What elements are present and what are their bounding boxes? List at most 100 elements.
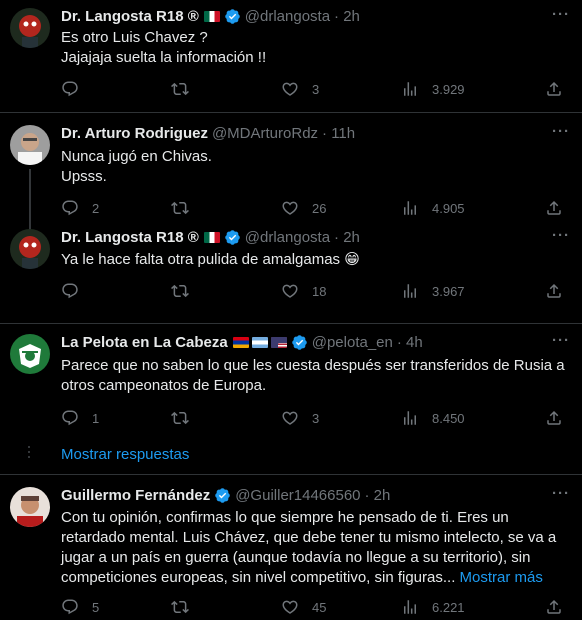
more-icon[interactable]: ··· [552, 332, 570, 349]
view-count: 8.450 [432, 410, 465, 426]
retweet-icon [171, 199, 189, 217]
reply-icon [61, 409, 79, 427]
share-icon [545, 598, 563, 616]
more-icon[interactable]: ··· [552, 227, 570, 244]
show-replies-link[interactable]: Mostrar respuestas [61, 446, 189, 463]
more-icon[interactable]: ··· [552, 485, 570, 502]
handle[interactable]: @MDArturoRdz [212, 125, 318, 142]
retweet-icon [171, 409, 189, 427]
tweet[interactable]: Guillermo Fernández @Guiller14466560 · 2… [0, 475, 582, 620]
tweet-actions: 3 3.929 [61, 79, 576, 99]
retweet-icon [171, 598, 189, 616]
views-icon [401, 409, 419, 427]
avatar[interactable] [10, 8, 50, 48]
reply-icon [61, 199, 79, 217]
reply-button[interactable]: 5 [61, 597, 99, 617]
display-name[interactable]: Dr. Langosta R18 ® [61, 8, 199, 25]
verified-badge-icon [291, 334, 308, 351]
share-button[interactable] [545, 79, 563, 99]
views-icon [401, 199, 419, 217]
avatar[interactable] [10, 487, 50, 527]
timestamp[interactable]: · 2h [365, 487, 391, 504]
share-icon [545, 80, 563, 98]
mexico-flag-icon [203, 10, 220, 22]
tweet-text: Ya le hace falta otra pulida de amalgama… [61, 251, 360, 268]
like-button[interactable]: 26 [281, 198, 326, 218]
retweet-button[interactable] [171, 281, 189, 301]
display-name[interactable]: La Pelota en La Cabeza [61, 334, 228, 351]
share-icon [545, 199, 563, 217]
handle[interactable]: @pelota_en [312, 334, 393, 351]
like-count: 3 [312, 81, 320, 97]
display-name[interactable]: Dr. Langosta R18 ® [61, 229, 199, 246]
tweet[interactable]: La Pelota en La Cabeza @pelota_en · 4h ·… [0, 324, 582, 475]
timestamp[interactable]: · 2h [334, 8, 360, 25]
verified-badge-icon [224, 229, 241, 246]
tweet-header: Dr. Langosta R18 ® @drlangosta · 2h [61, 227, 572, 247]
tweet[interactable]: Dr. Langosta R18 ® @drlangosta · 2h ··· … [0, 227, 582, 324]
avatar[interactable] [10, 334, 50, 374]
verified-badge-icon [214, 487, 231, 504]
reply-button[interactable] [61, 281, 92, 301]
views-icon [401, 598, 419, 616]
share-button[interactable] [545, 281, 563, 301]
tweet-text: Con tu opinión, confirmas lo que siempre… [61, 508, 570, 588]
handle[interactable]: @drlangosta [245, 229, 330, 246]
retweet-icon [171, 282, 189, 300]
like-icon [281, 80, 299, 98]
like-button[interactable]: 3 [281, 408, 319, 428]
view-count: 3.967 [432, 283, 465, 299]
tweet-header: Dr. Langosta R18 ® @drlangosta · 2h [61, 6, 572, 26]
more-icon[interactable]: ··· [552, 123, 570, 140]
avatar[interactable] [10, 229, 50, 269]
retweet-button[interactable] [171, 79, 189, 99]
tweet[interactable]: Dr. Langosta R18 ® @drlangosta · 2h ··· … [0, 0, 582, 113]
share-icon [545, 409, 563, 427]
mexico-flag-icon [203, 231, 220, 243]
views-button[interactable]: 6.221 [401, 597, 465, 617]
thread-dots [28, 446, 31, 461]
like-count: 45 [312, 599, 327, 615]
handle[interactable]: @Guiller14466560 [235, 487, 360, 504]
views-icon [401, 80, 419, 98]
timestamp[interactable]: · 2h [334, 229, 360, 246]
reply-button[interactable] [61, 79, 92, 99]
share-button[interactable] [545, 408, 563, 428]
display-name[interactable]: Dr. Arturo Rodriguez [61, 125, 208, 142]
like-button[interactable]: 3 [281, 79, 319, 99]
views-button[interactable]: 8.450 [401, 408, 465, 428]
more-icon[interactable]: ··· [552, 6, 570, 23]
retweet-button[interactable] [171, 198, 189, 218]
retweet-icon [171, 80, 189, 98]
usa-flag-icon [270, 336, 287, 348]
like-count: 3 [312, 410, 320, 426]
reply-button[interactable]: 1 [61, 408, 99, 428]
views-button[interactable]: 4.905 [401, 198, 465, 218]
retweet-button[interactable] [171, 408, 189, 428]
timestamp[interactable]: · 4h [397, 334, 423, 351]
verified-badge-icon [224, 8, 241, 25]
tweet-header: Guillermo Fernández @Guiller14466560 · 2… [61, 485, 572, 505]
reply-icon [61, 282, 79, 300]
tweet-text: Nunca jugó en Chivas. Upsss. [61, 148, 212, 185]
like-count: 18 [312, 283, 327, 299]
like-button[interactable]: 18 [281, 281, 326, 301]
avatar[interactable] [10, 125, 50, 165]
like-count: 26 [312, 200, 327, 216]
show-more-link[interactable]: Mostrar más [460, 569, 543, 586]
like-icon [281, 199, 299, 217]
timestamp[interactable]: · 11h [322, 125, 355, 142]
views-button[interactable]: 3.967 [401, 281, 465, 301]
share-button[interactable] [545, 597, 563, 617]
views-button[interactable]: 3.929 [401, 79, 465, 99]
like-button[interactable]: 45 [281, 597, 326, 617]
tweet-actions: 5 45 6.221 [61, 597, 576, 617]
retweet-button[interactable] [171, 597, 189, 617]
handle[interactable]: @drlangosta [245, 8, 330, 25]
share-button[interactable] [545, 198, 563, 218]
tweet[interactable]: Dr. Arturo Rodriguez @MDArturoRdz · 11h … [0, 113, 582, 231]
tweet-actions: 1 3 8.450 [61, 408, 576, 428]
display-name[interactable]: Guillermo Fernández [61, 487, 210, 504]
like-icon [281, 282, 299, 300]
reply-button[interactable]: 2 [61, 198, 99, 218]
